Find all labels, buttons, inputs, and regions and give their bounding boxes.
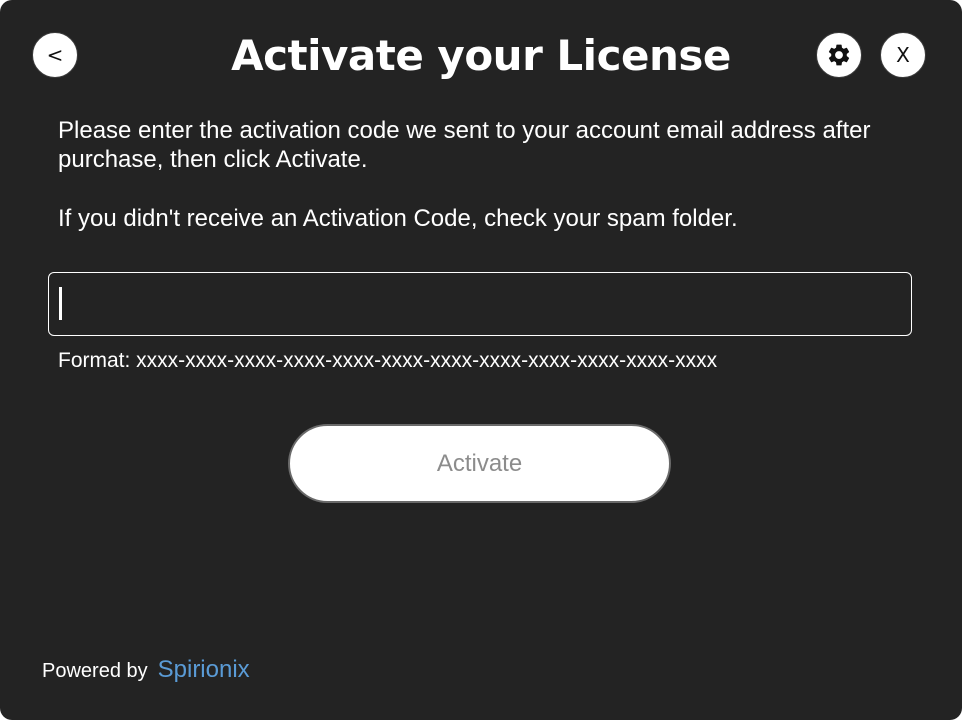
activation-code-input[interactable] <box>48 272 912 336</box>
gear-icon <box>828 44 850 66</box>
settings-button[interactable] <box>816 32 862 78</box>
license-activation-window: < Activate your License X Please enter t… <box>0 0 962 720</box>
instructions-line-1: Please enter the activation code we sent… <box>58 117 871 173</box>
brand-logo: Spirionix <box>157 656 250 683</box>
close-button[interactable]: X <box>880 32 926 78</box>
activate-label: Activate <box>436 449 523 477</box>
close-label: X <box>896 43 910 67</box>
activate-button[interactable]: Activate <box>288 424 671 503</box>
instructions: Please enter the activation code we sent… <box>58 116 878 233</box>
powered-by-label: Powered by <box>42 660 148 682</box>
instructions-line-2: If you didn't receive an Activation Code… <box>58 205 738 232</box>
format-hint: Format: xxxx-xxxx-xxxx-xxxx-xxxx-xxxx-xx… <box>58 349 718 372</box>
footer: Powered by Spirionix <box>42 656 250 684</box>
text-cursor <box>59 287 62 320</box>
